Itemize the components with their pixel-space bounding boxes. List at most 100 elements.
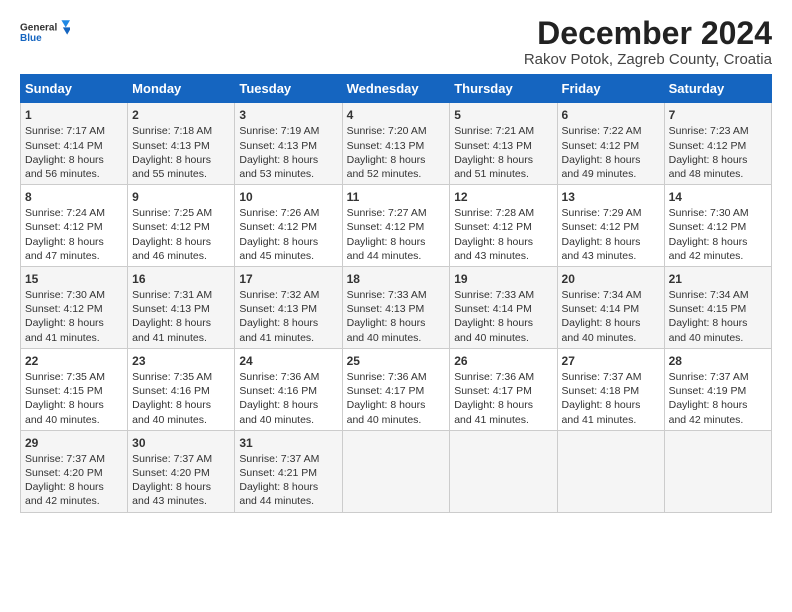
calendar-cell: 4Sunrise: 7:20 AMSunset: 4:13 PMDaylight… bbox=[342, 103, 450, 185]
daylight-text: Daylight: 8 hours and 40 minutes. bbox=[25, 399, 104, 425]
day-number: 18 bbox=[347, 271, 446, 287]
daylight-text: Daylight: 8 hours and 43 minutes. bbox=[562, 236, 641, 262]
daylight-text: Daylight: 8 hours and 56 minutes. bbox=[25, 154, 104, 180]
daylight-text: Daylight: 8 hours and 43 minutes. bbox=[132, 481, 211, 507]
sunset-text: Sunset: 4:12 PM bbox=[669, 221, 747, 233]
calendar-cell: 16Sunrise: 7:31 AMSunset: 4:13 PMDayligh… bbox=[128, 266, 235, 348]
sunset-text: Sunset: 4:20 PM bbox=[25, 467, 103, 479]
sunset-text: Sunset: 4:18 PM bbox=[562, 385, 640, 397]
sunset-text: Sunset: 4:17 PM bbox=[347, 385, 425, 397]
calendar-cell: 29 Sunrise: 7:37 AM Sunset: 4:20 PM Dayligh… bbox=[21, 430, 128, 512]
day-number: 3 bbox=[239, 107, 337, 123]
sunrise-text: Sunrise: 7:37 AM bbox=[25, 453, 105, 465]
daylight-text: Daylight: 8 hours and 46 minutes. bbox=[132, 236, 211, 262]
sunrise-text: Sunrise: 7:35 AM bbox=[25, 371, 105, 383]
daylight-text: Daylight: 8 hours and 52 minutes. bbox=[347, 154, 426, 180]
sunrise-text: Sunrise: 7:20 AM bbox=[347, 125, 427, 137]
day-number: 24 bbox=[239, 353, 337, 369]
main-title: December 2024 bbox=[524, 16, 772, 51]
logo: General Blue bbox=[20, 16, 70, 46]
sunrise-text: Sunrise: 7:37 AM bbox=[132, 453, 212, 465]
sunrise-text: Sunrise: 7:26 AM bbox=[239, 207, 319, 219]
daylight-text: Daylight: 8 hours and 51 minutes. bbox=[454, 154, 533, 180]
calendar-cell bbox=[557, 430, 664, 512]
daylight-text: Daylight: 8 hours and 41 minutes. bbox=[239, 317, 318, 343]
day-number: 20 bbox=[562, 271, 660, 287]
calendar-cell: 1Sunrise: 7:17 AMSunset: 4:14 PMDaylight… bbox=[21, 103, 128, 185]
calendar-day-header: Thursday bbox=[450, 75, 557, 103]
daylight-text: Daylight: 8 hours and 49 minutes. bbox=[562, 154, 641, 180]
calendar-cell: 30Sunrise: 7:37 AMSunset: 4:20 PMDayligh… bbox=[128, 430, 235, 512]
day-number: 4 bbox=[347, 107, 446, 123]
sunrise-text: Sunrise: 7:30 AM bbox=[669, 207, 749, 219]
daylight-text: Daylight: 8 hours and 42 minutes. bbox=[669, 399, 748, 425]
daylight-text: Daylight: 8 hours and 42 minutes. bbox=[25, 481, 104, 507]
calendar-cell: 21Sunrise: 7:34 AMSunset: 4:15 PMDayligh… bbox=[664, 266, 771, 348]
sunrise-text: Sunrise: 7:33 AM bbox=[454, 289, 534, 301]
calendar-cell: 31Sunrise: 7:37 AMSunset: 4:21 PMDayligh… bbox=[235, 430, 342, 512]
calendar-cell: 12Sunrise: 7:28 AMSunset: 4:12 PMDayligh… bbox=[450, 185, 557, 267]
day-number: 29 bbox=[25, 435, 123, 451]
calendar-cell: 3Sunrise: 7:19 AMSunset: 4:13 PMDaylight… bbox=[235, 103, 342, 185]
daylight-text: Daylight: 8 hours and 55 minutes. bbox=[132, 154, 211, 180]
sunset-text: Sunset: 4:15 PM bbox=[669, 303, 747, 315]
sunrise-text: Sunrise: 7:33 AM bbox=[347, 289, 427, 301]
day-number: 2 bbox=[132, 107, 230, 123]
sunset-text: Sunset: 4:16 PM bbox=[132, 385, 210, 397]
sunset-text: Sunset: 4:15 PM bbox=[25, 385, 103, 397]
calendar-cell: 18 Sunrise: 7:33 AM Sunset: 4:13 PM Dayligh… bbox=[342, 266, 450, 348]
sunset-text: Sunset: 4:13 PM bbox=[239, 303, 317, 315]
sunset-text: Sunset: 4:13 PM bbox=[347, 303, 425, 315]
sunrise-text: Sunrise: 7:30 AM bbox=[25, 289, 105, 301]
day-number: 13 bbox=[562, 189, 660, 205]
sunset-text: Sunset: 4:12 PM bbox=[25, 221, 103, 233]
calendar-header-row: SundayMondayTuesdayWednesdayThursdayFrid… bbox=[21, 75, 772, 103]
sunrise-text: Sunrise: 7:36 AM bbox=[239, 371, 319, 383]
calendar-cell: 10Sunrise: 7:26 AMSunset: 4:12 PMDayligh… bbox=[235, 185, 342, 267]
daylight-text: Daylight: 8 hours and 41 minutes. bbox=[454, 399, 533, 425]
sunrise-text: Sunrise: 7:36 AM bbox=[347, 371, 427, 383]
sunrise-text: Sunrise: 7:27 AM bbox=[347, 207, 427, 219]
svg-text:General: General bbox=[20, 22, 57, 33]
calendar-day-header: Tuesday bbox=[235, 75, 342, 103]
calendar-week-row: 15Sunrise: 7:30 AMSunset: 4:12 PMDayligh… bbox=[21, 266, 772, 348]
sunrise-text: Sunrise: 7:24 AM bbox=[25, 207, 105, 219]
daylight-text: Daylight: 8 hours and 40 minutes. bbox=[347, 317, 426, 343]
day-number: 26 bbox=[454, 353, 552, 369]
sunrise-text: Sunrise: 7:29 AM bbox=[562, 207, 642, 219]
daylight-text: Daylight: 8 hours and 42 minutes. bbox=[669, 236, 748, 262]
daylight-text: Daylight: 8 hours and 53 minutes. bbox=[239, 154, 318, 180]
sunset-text: Sunset: 4:13 PM bbox=[132, 140, 210, 152]
logo-icon: General Blue bbox=[20, 16, 70, 46]
calendar-day-header: Friday bbox=[557, 75, 664, 103]
daylight-text: Daylight: 8 hours and 45 minutes. bbox=[239, 236, 318, 262]
calendar-cell: 14Sunrise: 7:30 AMSunset: 4:12 PMDayligh… bbox=[664, 185, 771, 267]
calendar-day-header: Saturday bbox=[664, 75, 771, 103]
header: General Blue December 2024 Rakov Potok, … bbox=[20, 16, 772, 68]
sunrise-text: Sunrise: 7:36 AM bbox=[454, 371, 534, 383]
calendar-cell: 8Sunrise: 7:24 AMSunset: 4:12 PMDaylight… bbox=[21, 185, 128, 267]
sunset-text: Sunset: 4:21 PM bbox=[239, 467, 317, 479]
calendar-table: SundayMondayTuesdayWednesdayThursdayFrid… bbox=[20, 74, 772, 512]
calendar-day-header: Sunday bbox=[21, 75, 128, 103]
sunrise-text: Sunrise: 7:21 AM bbox=[454, 125, 534, 137]
daylight-text: Daylight: 8 hours and 48 minutes. bbox=[669, 154, 748, 180]
day-number: 17 bbox=[239, 271, 337, 287]
day-number: 27 bbox=[562, 353, 660, 369]
day-number: 31 bbox=[239, 435, 337, 451]
day-number: 22 bbox=[25, 353, 123, 369]
sunrise-text: Sunrise: 7:28 AM bbox=[454, 207, 534, 219]
day-number: 16 bbox=[132, 271, 230, 287]
sunset-text: Sunset: 4:12 PM bbox=[454, 221, 532, 233]
calendar-week-row: 22 Sunrise: 7:35 AM Sunset: 4:15 PM Dayligh… bbox=[21, 348, 772, 430]
calendar-cell: 2Sunrise: 7:18 AMSunset: 4:13 PMDaylight… bbox=[128, 103, 235, 185]
sunrise-text: Sunrise: 7:32 AM bbox=[239, 289, 319, 301]
daylight-text: Daylight: 8 hours and 40 minutes. bbox=[454, 317, 533, 343]
daylight-text: Daylight: 8 hours and 43 minutes. bbox=[454, 236, 533, 262]
calendar-cell bbox=[342, 430, 450, 512]
calendar-cell: 19Sunrise: 7:33 AMSunset: 4:14 PMDayligh… bbox=[450, 266, 557, 348]
sunrise-text: Sunrise: 7:19 AM bbox=[239, 125, 319, 137]
calendar-cell bbox=[664, 430, 771, 512]
sunrise-text: Sunrise: 7:35 AM bbox=[132, 371, 212, 383]
calendar-cell: 17 Sunrise: 7:32 AM Sunset: 4:13 PM Dayligh… bbox=[235, 266, 342, 348]
